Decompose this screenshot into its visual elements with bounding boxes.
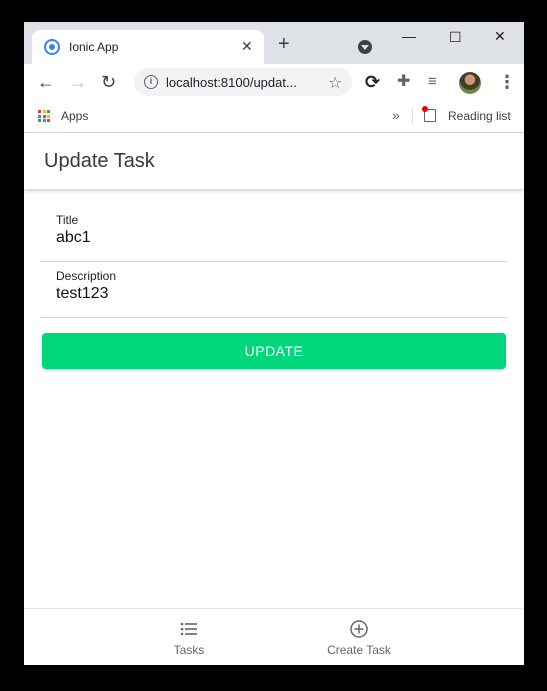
browser-window: Ionic App ✕ + — ☐ ✕ ← → ↻ i localhost:81… [24, 22, 524, 665]
app-header: Update Task [24, 133, 524, 189]
maximize-icon[interactable]: ☐ [449, 27, 462, 47]
bookmarks-divider [412, 108, 413, 124]
title-label: Title [56, 213, 79, 227]
tab-create-task[interactable]: Create Task [234, 609, 484, 665]
page-title: Update Task [44, 150, 155, 172]
browser-toolbar: ← → ↻ i localhost:8100/updat... ☆ ⟳ ✚ ≡ … [24, 64, 524, 100]
tab-strip: Ionic App ✕ + — ☐ ✕ [24, 22, 524, 64]
close-tab-icon[interactable]: ✕ [241, 39, 253, 53]
profile-avatar[interactable] [459, 72, 481, 94]
update-button[interactable]: UPDATE [42, 333, 506, 369]
ionic-favicon-icon [44, 39, 60, 55]
description-input[interactable] [54, 282, 498, 306]
url-text: localhost:8100/updat... [166, 75, 297, 90]
add-circle-icon [350, 620, 368, 638]
more-bookmarks-icon[interactable]: » [392, 107, 400, 123]
reload-icon[interactable]: ↻ [101, 72, 116, 92]
browser-tab[interactable]: Ionic App ✕ [32, 30, 264, 64]
site-info-icon[interactable]: i [144, 75, 158, 89]
title-field: Title [40, 205, 508, 262]
extensions-icon[interactable]: ✚ [397, 72, 410, 92]
tab-create-task-label: Create Task [327, 643, 391, 657]
description-field: Description [40, 261, 508, 318]
bookmark-star-icon[interactable]: ☆ [328, 73, 342, 93]
tab-search-icon[interactable] [358, 40, 372, 54]
new-tab-button[interactable]: + [278, 34, 290, 54]
sync-extension-icon[interactable]: ⟳ [365, 72, 380, 92]
close-window-icon[interactable]: ✕ [494, 26, 506, 46]
list-icon [180, 622, 197, 636]
reading-list-badge [422, 106, 428, 112]
tab-title: Ionic App [69, 40, 119, 54]
title-input[interactable] [54, 226, 498, 250]
apps-bookmark[interactable]: Apps [61, 109, 88, 123]
media-control-icon[interactable]: ≡ [428, 72, 437, 92]
bookmarks-bar: Apps » Reading list [24, 100, 524, 133]
back-icon[interactable]: ← [37, 72, 55, 92]
minimize-icon[interactable]: — [402, 26, 416, 46]
forward-icon[interactable]: → [69, 72, 87, 92]
description-label: Description [56, 269, 117, 283]
reading-list-button[interactable]: Reading list [448, 109, 511, 123]
menu-icon[interactable]: ⋮ [498, 72, 516, 92]
bottom-tab-bar: Tasks Create Task [24, 608, 524, 665]
apps-grid-icon[interactable] [38, 110, 50, 122]
address-bar[interactable]: i localhost:8100/updat... ☆ [134, 68, 352, 96]
